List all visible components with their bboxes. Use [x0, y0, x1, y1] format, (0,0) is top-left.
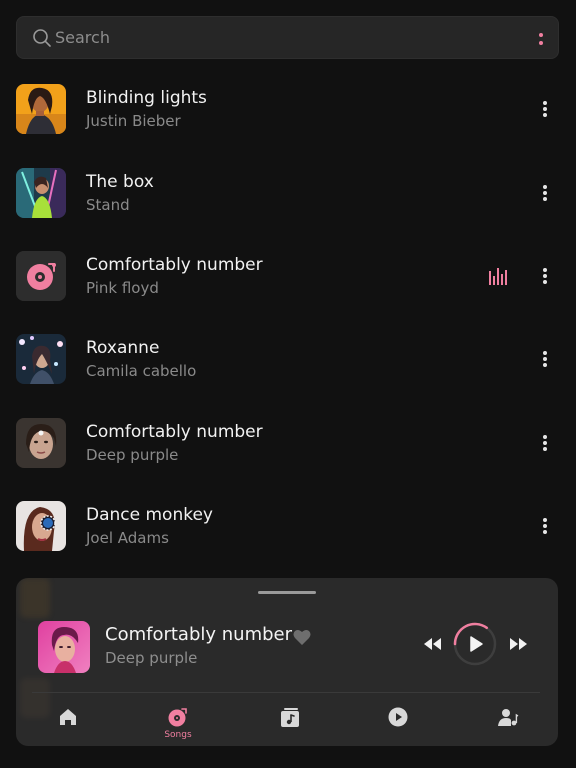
fast-forward-icon[interactable] — [509, 637, 529, 651]
artist-icon — [498, 709, 519, 726]
search-icon — [33, 29, 51, 47]
play-circle-icon — [388, 707, 408, 727]
song-artist: Deep purple — [86, 446, 179, 464]
now-playing-title: Comfortably number — [105, 624, 293, 645]
song-title: Comfortably number — [86, 422, 263, 442]
song-title: Blinding lights — [86, 88, 207, 108]
more-vertical-icon[interactable] — [542, 100, 548, 118]
nav-songs[interactable]: Songs — [148, 706, 208, 742]
now-playing-artist: Deep purple — [105, 649, 198, 667]
nav-home[interactable] — [38, 706, 98, 742]
song-thumbnail — [16, 84, 66, 134]
song-thumbnail — [16, 334, 66, 384]
nav-albums[interactable] — [260, 706, 320, 742]
vinyl-icon — [16, 251, 66, 301]
song-thumbnail — [16, 168, 66, 218]
search-input[interactable]: Search — [55, 28, 110, 47]
drag-handle[interactable] — [258, 591, 316, 594]
nav-player[interactable] — [368, 706, 428, 742]
song-thumbnail — [16, 418, 66, 468]
mini-player[interactable]: Comfortably number Deep purple Songs — [16, 578, 558, 746]
song-title: Comfortably number — [86, 255, 263, 275]
nav-artists[interactable] — [478, 706, 538, 742]
song-artist: Joel Adams — [86, 529, 169, 547]
more-options-icon[interactable] — [538, 31, 544, 47]
more-vertical-icon[interactable] — [542, 267, 548, 285]
album-icon — [281, 708, 299, 727]
song-artist: Camila cabello — [86, 362, 197, 380]
list-item[interactable]: Dance monkey Joel Adams — [0, 493, 576, 555]
vinyl-icon — [168, 708, 187, 727]
list-item[interactable]: Comfortably number Deep purple — [0, 410, 576, 472]
song-thumbnail — [16, 251, 66, 301]
home-icon — [60, 709, 76, 725]
song-title: The box — [86, 172, 154, 192]
list-item[interactable]: The box Stand — [0, 160, 576, 222]
divider — [32, 692, 540, 693]
song-artist: Justin Bieber — [86, 112, 181, 130]
equalizer-icon — [489, 268, 507, 285]
song-title: Dance monkey — [86, 505, 213, 525]
rewind-icon[interactable] — [422, 637, 442, 651]
more-vertical-icon[interactable] — [542, 350, 548, 368]
song-title: Roxanne — [86, 338, 160, 358]
more-vertical-icon[interactable] — [542, 517, 548, 535]
more-vertical-icon[interactable] — [542, 184, 548, 202]
nav-songs-label: Songs — [164, 730, 192, 740]
list-item[interactable]: Blinding lights Justin Bieber — [0, 76, 576, 138]
list-item-playing[interactable]: Comfortably number Pink floyd — [0, 243, 576, 305]
song-artist: Pink floyd — [86, 279, 159, 297]
song-artist: Stand — [86, 196, 130, 214]
list-item[interactable]: Roxanne Camila cabello — [0, 326, 576, 388]
now-playing-thumbnail — [38, 621, 90, 673]
more-vertical-icon[interactable] — [542, 434, 548, 452]
play-button[interactable] — [453, 622, 497, 666]
heart-icon[interactable] — [293, 629, 311, 646]
search-bar[interactable]: Search — [16, 16, 559, 59]
song-thumbnail — [16, 501, 66, 551]
